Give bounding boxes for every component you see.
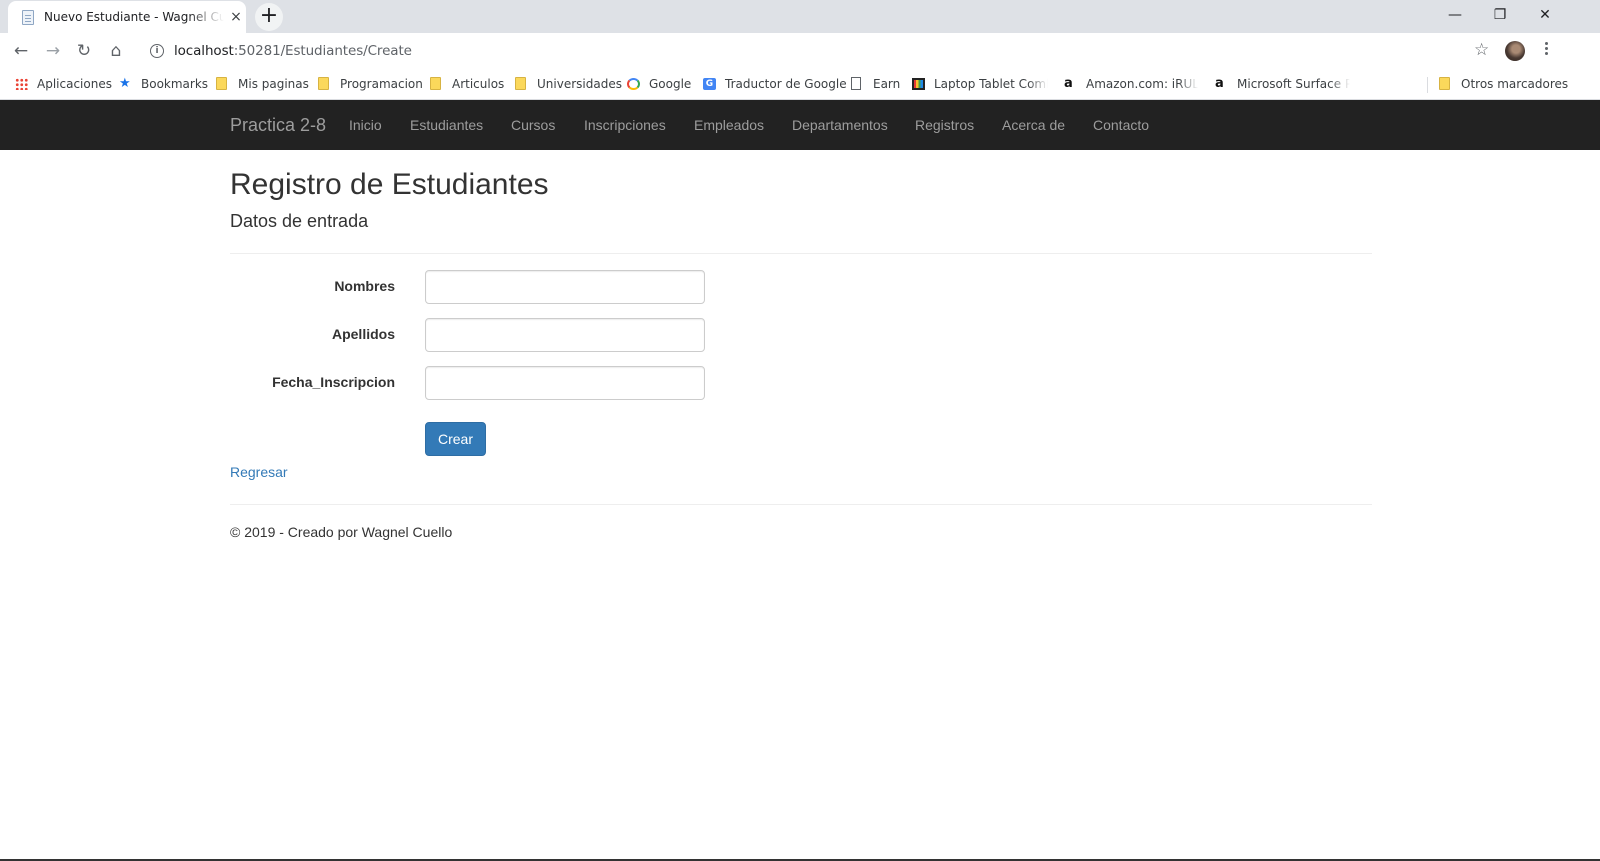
url-text: localhost:50281/Estudiantes/Create [174, 43, 412, 59]
site-navbar: Practica 2-8 Inicio Estudiantes Cursos I… [0, 100, 1600, 150]
profile-avatar[interactable] [1505, 41, 1525, 61]
back-arrow-icon[interactable]: ← [7, 37, 35, 65]
minimize-button[interactable]: — [1432, 0, 1478, 30]
amazon-icon: a [1215, 76, 1224, 91]
page-icon [851, 77, 861, 90]
browser-toolbar: ← → ↻ ⌂ i localhost:50281/Estudiantes/Cr… [0, 33, 1600, 69]
document-icon [22, 10, 34, 25]
nav-item-registros[interactable]: Registros [915, 117, 974, 133]
nav-item-acerca-de[interactable]: Acerca de [1002, 117, 1065, 133]
tab-title: Nuevo Estudiante - Wagnel Cuello [44, 10, 224, 24]
nav-item-departamentos[interactable]: Departamentos [792, 117, 888, 133]
browser-tab[interactable]: Nuevo Estudiante - Wagnel Cuello × [8, 1, 246, 33]
nav-item-empleados[interactable]: Empleados [694, 117, 764, 133]
bookmarks-bar: Aplicaciones ★ Bookmarks Mis paginas Pro… [0, 69, 1600, 100]
page-subtitle: Datos de entrada [230, 211, 369, 231]
apps-icon [15, 78, 28, 90]
bookmark-label: Universidades [537, 77, 622, 91]
browser-tab-strip: Nuevo Estudiante - Wagnel Cuello × + — ❐… [0, 0, 1600, 33]
google-icon [627, 78, 640, 90]
page-title: Registro de Estudiantes [230, 168, 549, 201]
apellidos-input[interactable] [425, 318, 705, 352]
nav-item-inicio[interactable]: Inicio [349, 117, 382, 133]
bookmark-label: Articulos [452, 77, 505, 91]
url-path: :50281/Estudiantes/Create [233, 43, 412, 59]
new-tab-button[interactable]: + [255, 3, 283, 31]
bookmarks-divider [1427, 77, 1428, 93]
bookmark-label: Laptop Tablet Combo [934, 77, 1048, 91]
folder-icon [515, 77, 526, 90]
bookmark-label: Aplicaciones [37, 77, 112, 91]
home-icon[interactable]: ⌂ [102, 37, 130, 65]
bookmark-label: Programacion [340, 77, 423, 91]
nav-item-estudiantes[interactable]: Estudiantes [410, 117, 483, 133]
bookmark-label: Microsoft Surface Pro [1237, 77, 1350, 91]
nav-item-contacto[interactable]: Contacto [1093, 117, 1149, 133]
folder-icon [1439, 77, 1450, 90]
close-window-button[interactable]: ✕ [1522, 0, 1568, 30]
google-translate-icon: G [703, 78, 716, 90]
forward-arrow-icon[interactable]: → [39, 37, 67, 65]
bookmark-label: Mis paginas [238, 77, 309, 91]
bookmark-star-icon[interactable]: ☆ [1474, 40, 1489, 60]
fecha-inscripcion-input[interactable] [425, 366, 705, 400]
bookmark-label: Google [649, 77, 692, 91]
bookmark-microsoft-surface[interactable]: a Microsoft Surface Pro [1215, 75, 1350, 93]
nombres-label: Nombres [334, 278, 395, 294]
info-icon[interactable]: i [150, 44, 164, 58]
apellidos-label: Apellidos [331, 326, 395, 342]
divider [230, 253, 1372, 254]
reload-icon[interactable]: ↻ [70, 37, 98, 65]
bookmark-label: Bookmarks [141, 77, 209, 91]
regresar-link[interactable]: Regresar [230, 464, 288, 480]
amazon-icon: a [1064, 76, 1073, 91]
restore-button[interactable]: ❐ [1477, 0, 1523, 30]
nombres-input[interactable] [425, 270, 705, 304]
bookmark-label: Otros marcadores [1461, 77, 1569, 91]
bookmark-label: Traductor de Google [725, 77, 847, 91]
bookmark-label: Amazon.com: iRULU [1086, 77, 1198, 91]
navbar-brand[interactable]: Practica 2-8 [230, 115, 326, 136]
browser-menu-icon[interactable] [1543, 40, 1549, 60]
crear-button[interactable]: Crear [425, 422, 486, 456]
star-icon: ★ [119, 76, 131, 91]
nav-item-inscripciones[interactable]: Inscripciones [584, 117, 666, 133]
folder-icon [318, 77, 329, 90]
bookmark-amazon-irulu[interactable]: a Amazon.com: iRULU [1064, 75, 1198, 93]
footer-text: © 2019 - Creado por Wagnel Cuello [230, 524, 453, 540]
divider [230, 504, 1372, 505]
tv-icon [912, 78, 925, 90]
fecha-inscripcion-label: Fecha_Inscripcion [272, 374, 395, 390]
folder-icon [430, 77, 441, 90]
address-bar[interactable]: i localhost:50281/Estudiantes/Create [140, 36, 1504, 66]
close-tab-icon[interactable]: × [226, 7, 246, 27]
url-host: localhost [174, 43, 234, 59]
nav-item-cursos[interactable]: Cursos [511, 117, 555, 133]
folder-icon [216, 77, 227, 90]
bookmark-laptop-tablet[interactable]: Laptop Tablet Combo [912, 75, 1048, 93]
bookmark-label: Earn [873, 77, 901, 91]
